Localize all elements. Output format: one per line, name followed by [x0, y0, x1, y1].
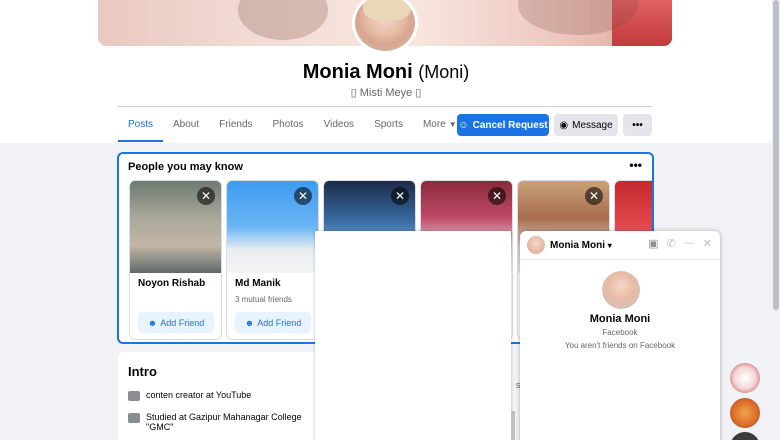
tab-photos[interactable]: Photos [263, 108, 314, 142]
pymk-title: People you may know [128, 161, 243, 173]
profile-header: Monia Moni (Moni) ▯ Misti Meye ▯ Posts A… [0, 0, 772, 143]
chat-avatar[interactable] [527, 236, 545, 254]
close-icon[interactable]: ✕ [391, 187, 409, 205]
user-minus-icon: ☺ [458, 119, 469, 131]
close-icon[interactable]: ✕ [585, 187, 603, 205]
intro-work-row: conten creator at YouTube [128, 390, 251, 401]
intro-work-prefix: conten creator at [146, 390, 214, 400]
messenger-icon: ◉ [559, 119, 569, 131]
tab-label: Friends [219, 119, 253, 130]
suggestion-name[interactable]: Md Manik [235, 278, 281, 289]
phone-icon[interactable]: ✆ [667, 237, 676, 250]
tab-sports[interactable]: Sports [364, 108, 413, 142]
chat-friend-status: You aren't friends on Facebook [564, 341, 676, 350]
briefcase-icon [128, 391, 140, 401]
tab-posts[interactable]: Posts [118, 108, 164, 142]
chat-profile-avatar[interactable] [602, 271, 640, 309]
chat-profile-name: Monia Moni [589, 313, 651, 325]
intro-work-text: conten creator at YouTube [146, 390, 251, 401]
chat-head-bubble[interactable] [730, 363, 760, 393]
chat-header[interactable]: Monia Moni ▾ ▣ ✆ — ✕ [520, 231, 720, 260]
add-friend-label: Add Friend [160, 317, 205, 328]
tab-label: More [422, 119, 446, 130]
chat-actions: ▣ ✆ — ✕ [648, 237, 712, 250]
close-icon[interactable]: ✕ [703, 237, 712, 250]
add-friend-button[interactable]: ☻ Add Friend [138, 312, 214, 333]
more-dots-icon: ••• [632, 119, 643, 131]
profile-nickname: (Moni) [418, 62, 470, 82]
intro-study-row: Studied at Gazipur Mahanagar College "GMC… [128, 412, 302, 432]
suggestion-card[interactable]: ✕ Noyon Rishab ☻ Add Friend [129, 180, 222, 340]
intro-study-prefix: Studied at [146, 412, 187, 422]
intro-study-place-2[interactable]: "GMC" [146, 422, 173, 432]
graduation-cap-icon [128, 413, 140, 423]
header-divider [118, 106, 652, 107]
caret-down-icon: ▼ [448, 120, 457, 129]
intro-study-text: Studied at Gazipur Mahanagar College "GMC… [146, 412, 302, 432]
chat-name-text: Monia Moni [550, 240, 605, 251]
intro-study-place[interactable]: Gazipur Mahanagar College [189, 412, 302, 422]
add-friend-button[interactable]: ☻ Add Friend [235, 312, 311, 333]
tab-label: Posts [128, 119, 154, 130]
chat-profile-platform: Facebook [602, 328, 638, 337]
cancel-request-label: Cancel Request [472, 119, 548, 131]
tab-label: Photos [272, 119, 304, 130]
chat-name[interactable]: Monia Moni ▾ [550, 240, 612, 251]
tab-friends[interactable]: Friends [209, 108, 262, 142]
popup-scrollbar[interactable] [511, 411, 515, 440]
tab-label: Videos [323, 119, 355, 130]
page-scrollbar-thumb[interactable] [773, 0, 779, 310]
minimize-icon[interactable]: — [684, 237, 695, 250]
add-user-icon: ☻ [244, 317, 255, 328]
suggestion-card[interactable]: ✕ Md Manik 3 mutual friends ☻ Add Friend [226, 180, 319, 340]
chevron-down-icon: ▾ [607, 241, 612, 250]
close-icon[interactable]: ✕ [488, 187, 506, 205]
close-icon[interactable]: ✕ [197, 187, 215, 205]
profile-bio: ▯ Misti Meye ▯ [350, 87, 422, 99]
profile-tabs: Posts About Friends Photos Videos Sports… [118, 108, 467, 142]
intro-card: Intro conten creator at YouTube Studied … [118, 352, 318, 440]
tab-videos[interactable]: Videos [314, 108, 364, 142]
message-button[interactable]: ◉ Message [554, 114, 618, 136]
suggestion-name[interactable]: Noyon Rishab [138, 278, 205, 289]
chat-window: Monia Moni ▾ ▣ ✆ — ✕ Monia Moni Facebook… [520, 231, 720, 440]
profile-name: Monia Moni (Moni) [0, 61, 772, 84]
tab-label: Sports [374, 119, 403, 130]
chat-head-bubble[interactable] [730, 398, 760, 428]
blank-popup-panel[interactable] [315, 231, 515, 440]
more-actions-button[interactable]: ••• [623, 114, 652, 136]
message-label: Message [572, 119, 613, 131]
intro-title: Intro [128, 364, 157, 379]
close-icon[interactable]: ✕ [294, 187, 312, 205]
cancel-request-button[interactable]: ☺ Cancel Request [457, 114, 549, 136]
profile-name-text: Monia Moni [302, 61, 413, 83]
video-call-icon[interactable]: ▣ [648, 237, 658, 250]
cover-decoration [612, 0, 672, 46]
intro-work-place[interactable]: YouTube [216, 390, 251, 400]
chat-head-bubble[interactable] [730, 432, 760, 440]
mutual-friends-count[interactable]: 3 mutual friends [235, 295, 292, 304]
add-user-icon: ☻ [147, 317, 158, 328]
tab-label: About [173, 119, 200, 130]
tab-about[interactable]: About [163, 108, 209, 142]
add-friend-label: Add Friend [257, 317, 302, 328]
pymk-menu-button[interactable]: ••• [629, 158, 642, 172]
